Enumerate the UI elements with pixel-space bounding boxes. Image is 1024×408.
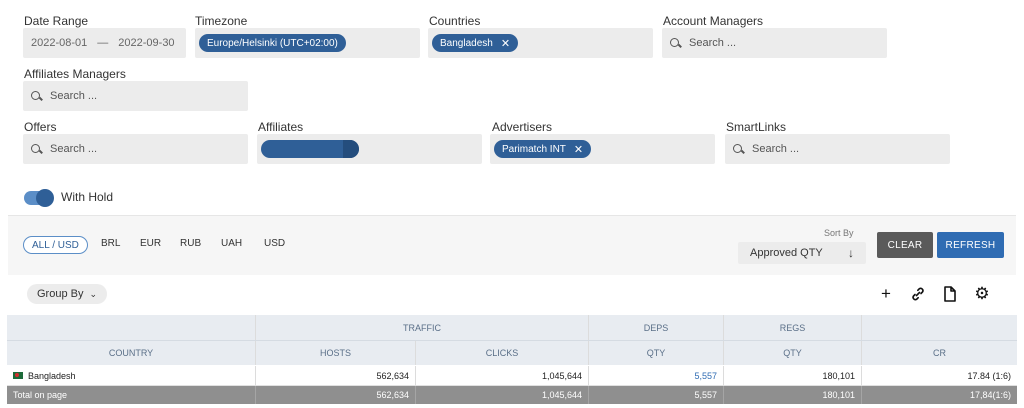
affiliates-select[interactable] xyxy=(257,134,482,164)
smartlinks-label: SmartLinks xyxy=(726,120,787,134)
with-hold-toggle[interactable] xyxy=(24,189,54,207)
table-row: Bangladesh 562,634 1,045,644 5,557 180,1… xyxy=(7,366,1017,386)
date-from[interactable]: 2022-08-01 xyxy=(31,37,87,49)
total-regs-qty: 180,101 xyxy=(724,386,862,404)
column-hosts[interactable]: HOSTS xyxy=(256,341,416,365)
total-label: Total on page xyxy=(7,386,256,404)
total-clicks: 1,045,644 xyxy=(416,386,589,404)
cell-hosts: 562,634 xyxy=(256,366,416,385)
countries-label: Countries xyxy=(429,14,481,28)
countries-select[interactable]: Bangladesh ✕ xyxy=(428,28,653,58)
total-hosts: 562,634 xyxy=(256,386,416,404)
sort-select[interactable]: Approved QTY ↓ xyxy=(738,242,866,264)
affiliates-managers-label: Affiliates Managers xyxy=(24,67,126,81)
offers-label: Offers xyxy=(24,120,57,134)
cell-cr: 17.84 (1:6) xyxy=(967,370,1011,381)
file-icon[interactable] xyxy=(940,284,960,304)
cell-clicks: 1,045,644 xyxy=(416,366,589,385)
affiliates-managers-search[interactable]: Search ... xyxy=(23,81,248,111)
date-range-label: Date Range xyxy=(24,14,89,28)
search-icon xyxy=(31,90,42,102)
group-by-button[interactable]: Group By ⌄ xyxy=(27,284,108,304)
timezone-label: Timezone xyxy=(195,14,248,28)
advertiser-chip[interactable]: Parimatch INT ✕ xyxy=(494,140,592,158)
close-icon[interactable]: ✕ xyxy=(501,37,510,50)
account-managers-search[interactable]: Search ... xyxy=(662,28,887,58)
group-header-regs: REGS xyxy=(724,315,862,340)
timezone-chip[interactable]: Europe/Helsinki (UTC+02:00) xyxy=(199,34,346,52)
filters-panel: Date Range 2022-08-01 — 2022-09-30 Timez… xyxy=(8,0,1016,215)
date-to[interactable]: 2022-09-30 xyxy=(118,37,176,49)
currency-usd[interactable]: USD xyxy=(264,238,285,249)
country-name: Bangladesh xyxy=(28,370,76,381)
link-icon[interactable] xyxy=(908,284,928,304)
advertisers-select[interactable]: Parimatch INT ✕ xyxy=(490,134,715,164)
table-toolbar: + ⚙ xyxy=(876,284,992,304)
affiliate-chip-close-area[interactable] xyxy=(343,140,359,158)
column-country[interactable]: COUNTRY xyxy=(7,341,256,365)
clear-button[interactable]: CLEAR xyxy=(877,232,933,258)
account-managers-label: Account Managers xyxy=(663,14,764,28)
affiliate-chip-redacted[interactable] xyxy=(261,140,359,158)
affiliates-managers-placeholder: Search ... xyxy=(50,90,98,102)
table-group-header: TRAFFIC DEPS REGS xyxy=(7,315,1017,340)
cell-country: Bangladesh xyxy=(7,366,256,385)
column-regs-qty[interactable]: QTY xyxy=(724,341,862,365)
cell-deps-qty-link[interactable]: 5,557 xyxy=(589,366,724,385)
date-range-field[interactable]: 2022-08-01 — 2022-09-30 xyxy=(23,28,186,58)
smartlinks-placeholder: Search ... xyxy=(752,143,800,155)
affiliates-label: Affiliates xyxy=(258,120,304,134)
currency-uah[interactable]: UAH xyxy=(221,238,242,249)
flag-icon xyxy=(13,372,23,379)
total-cr: 17,84(1:6) xyxy=(969,390,1011,400)
smartlinks-search[interactable]: Search ... xyxy=(725,134,950,164)
refresh-button[interactable]: REFRESH xyxy=(937,232,1004,258)
table-column-header: COUNTRY HOSTS CLICKS QTY QTY CR xyxy=(7,340,1017,365)
column-deps-qty[interactable]: QTY xyxy=(589,341,724,365)
sort-value: Approved QTY xyxy=(750,247,823,259)
account-managers-placeholder: Search ... xyxy=(689,37,737,49)
offers-search[interactable]: Search ... xyxy=(23,134,248,164)
group-header-empty xyxy=(7,315,256,340)
toggle-knob xyxy=(36,189,54,207)
column-cr[interactable]: CR xyxy=(862,341,1017,365)
arrow-down-icon[interactable]: ↓ xyxy=(848,246,854,260)
timezone-select[interactable]: Europe/Helsinki (UTC+02:00) xyxy=(195,28,420,58)
search-icon xyxy=(733,143,744,155)
total-row: Total on page 562,634 1,045,644 5,557 18… xyxy=(7,386,1017,404)
search-icon xyxy=(670,37,681,49)
group-header-deps: DEPS xyxy=(589,315,724,340)
group-header-traffic: TRAFFIC xyxy=(256,315,589,340)
country-chip[interactable]: Bangladesh ✕ xyxy=(432,34,519,52)
sort-by-label: Sort By xyxy=(824,228,854,238)
plus-icon[interactable]: + xyxy=(876,284,896,304)
with-hold-label: With Hold xyxy=(61,190,114,204)
advertiser-chip-label: Parimatch INT xyxy=(502,143,566,155)
gear-icon[interactable]: ⚙ xyxy=(972,284,992,304)
date-separator: — xyxy=(97,37,109,49)
cell-regs-qty: 180,101 xyxy=(724,366,862,385)
advertisers-label: Advertisers xyxy=(492,120,553,134)
group-header-empty xyxy=(862,315,1017,340)
currency-bar: ALL / USD BRL EUR RUB UAH USD Sort By Ap… xyxy=(8,215,1016,275)
column-clicks[interactable]: CLICKS xyxy=(416,341,589,365)
search-icon xyxy=(31,143,42,155)
chevron-down-icon: ⌄ xyxy=(89,288,98,299)
currency-all-usd[interactable]: ALL / USD xyxy=(23,236,88,254)
close-icon[interactable]: ✕ xyxy=(574,143,583,156)
total-deps-qty: 5,557 xyxy=(589,386,724,404)
currency-brl[interactable]: BRL xyxy=(101,238,120,249)
currency-eur[interactable]: EUR xyxy=(140,238,161,249)
country-chip-label: Bangladesh xyxy=(440,37,493,49)
currency-rub[interactable]: RUB xyxy=(180,238,201,249)
offers-placeholder: Search ... xyxy=(50,143,98,155)
group-by-label: Group By xyxy=(37,288,84,300)
